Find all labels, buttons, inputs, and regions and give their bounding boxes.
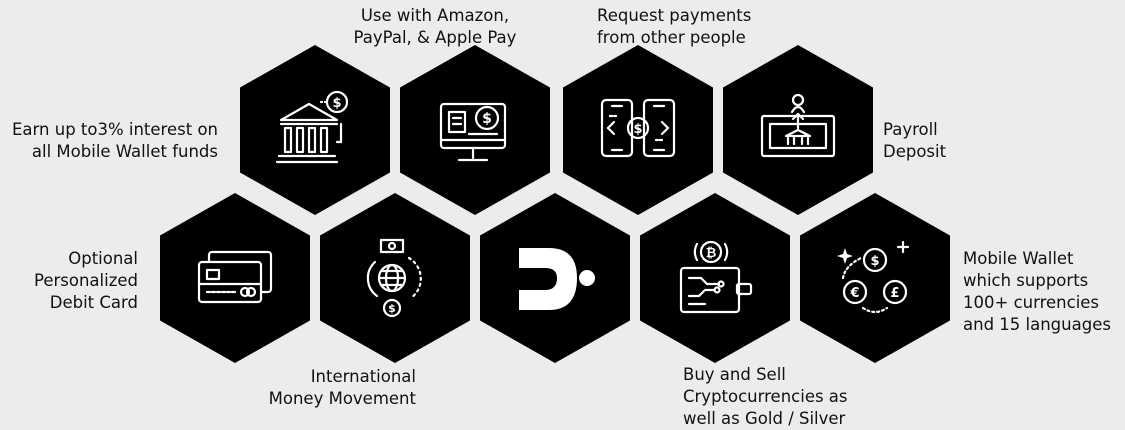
globe-transfer-icon: $ [366,238,422,318]
svg-text:£: £ [890,286,899,301]
label-line: International [310,367,416,386]
hex-request: $ [563,45,713,215]
label-line: and 15 languages [963,315,1111,334]
svg-text:$: $ [332,96,341,111]
hex-debit [160,193,310,363]
label-line: Optional [68,249,138,268]
label-line: well as Gold / Silver [683,409,846,428]
hex-brand [480,193,630,363]
label-line: Personalized [33,271,138,290]
hex-international: $ [320,193,470,363]
label-line: Use with Amazon, [360,6,510,25]
label-line: PayPal, & Apple Pay [353,28,517,47]
phone-exchange-icon: $ [600,98,676,158]
payroll-deposit-icon [760,93,836,158]
svg-text:$: $ [388,302,396,315]
label-line: Debit Card [49,293,138,312]
svg-text:₿: ₿ [706,246,717,261]
hex-interest: $ [240,45,390,215]
label-interest: Earn up to3% interest on all Mobile Wall… [12,119,218,163]
hex-crypto: ₿ [640,193,790,363]
label-crypto: Buy and Sell Cryptocurrencies as well as… [683,364,848,430]
label-request: Request payments from other people [597,5,751,49]
hex-amazon: $ [400,45,550,215]
svg-text:$: $ [482,111,492,127]
label-line: Buy and Sell [683,365,786,384]
brand-logo-icon [519,248,595,310]
label-payroll: Payroll Deposit [883,119,946,163]
label-international: International Money Movement [269,366,416,410]
feature-hexagon-diagram: $ $ $ $ ₿ $ € £ Earn up to3% interest on… [0,0,1125,429]
svg-text:$: $ [870,254,879,269]
currency-coins-icon: $ € £ [837,240,910,314]
hex-payroll [723,45,873,215]
label-line: which supports [963,271,1089,290]
label-line: Cryptocurrencies as [683,387,848,406]
label-debit: Optional Personalized Debit Card [34,248,138,314]
debit-card-icon [197,250,273,304]
label-line: Mobile Wallet [963,249,1074,268]
label-line: all Mobile Wallet funds [31,142,218,161]
hex-currencies: $ € £ [800,193,950,363]
label-line: Earn up to3% interest on [12,120,218,139]
svg-text:€: € [849,286,859,301]
monitor-dollar-icon: $ [439,102,507,162]
label-line: Money Movement [268,389,416,408]
label-line: Request payments [597,6,752,25]
label-line: Payroll [883,120,938,139]
label-line: Deposit [883,142,947,161]
label-line: 100+ currencies [963,293,1100,312]
svg-text:$: $ [633,122,642,137]
bitcoin-circuit-icon: ₿ [679,240,753,314]
label-amazon: Use with Amazon, PayPal, & Apple Pay [330,5,540,49]
bank-icon: $ [275,90,349,164]
label-line: from other people [597,28,746,47]
label-currencies: Mobile Wallet which supports 100+ curren… [963,248,1111,336]
